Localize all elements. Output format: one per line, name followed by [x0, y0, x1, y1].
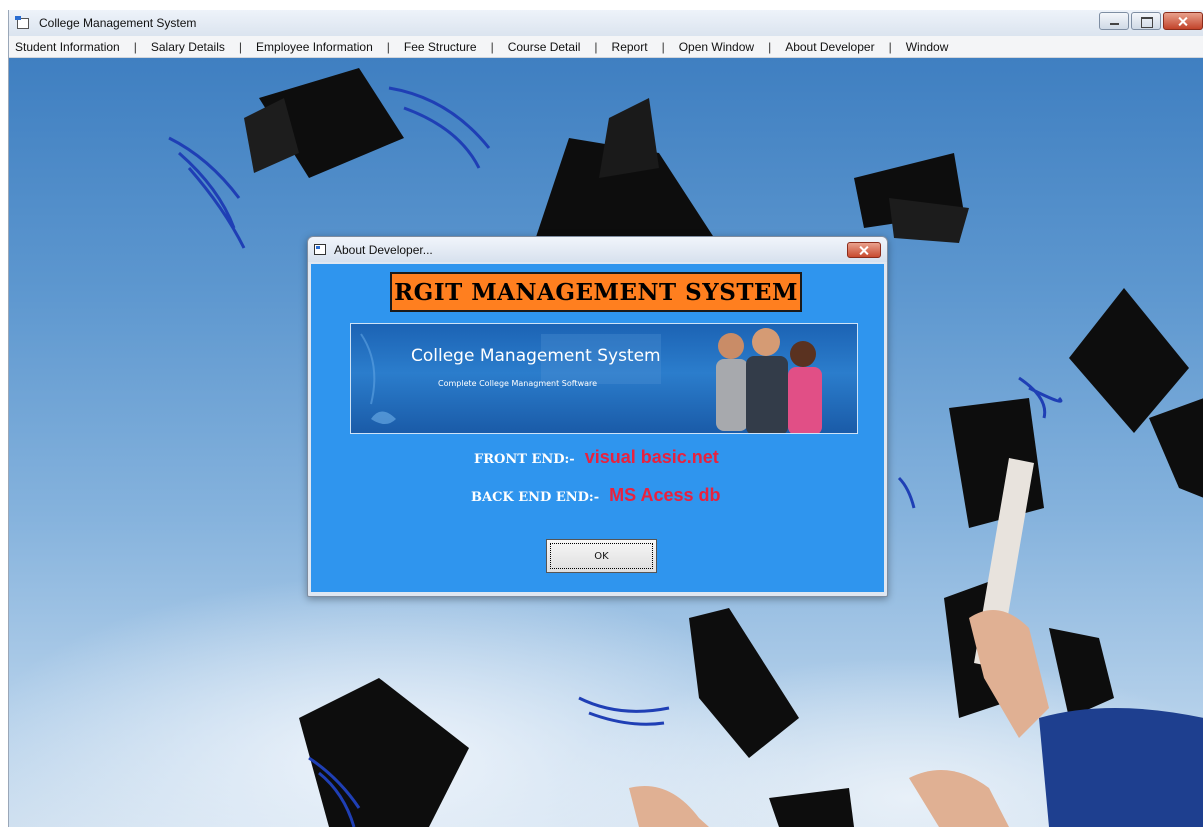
graduation-gown-shape — [1039, 708, 1203, 827]
front-end-value: visual basic.net — [584, 447, 719, 467]
menu-separator: | — [133, 39, 137, 54]
menu-student-information[interactable]: Student Information — [11, 40, 124, 54]
menu-fee-structure[interactable]: Fee Structure — [400, 40, 481, 54]
maximize-icon[interactable] — [1131, 12, 1161, 30]
back-end-value: MS Acess db — [609, 485, 721, 505]
app-title: College Management System — [39, 16, 197, 30]
menu-separator: | — [888, 39, 892, 54]
graduation-cap-shape — [599, 98, 659, 178]
student-figure — [746, 328, 788, 433]
minimize-icon[interactable] — [1099, 12, 1129, 30]
back-end-label: BACK END END:- — [471, 490, 600, 505]
menu-separator: | — [768, 39, 772, 54]
dialog-close-icon[interactable] — [847, 242, 881, 258]
app-window-icon[interactable] — [15, 16, 31, 30]
menu-bar: Student Information | Salary Details | E… — [9, 36, 1203, 58]
menu-salary-details[interactable]: Salary Details — [147, 40, 229, 54]
menu-window[interactable]: Window — [902, 40, 953, 54]
dialog-body: RGIT MANAGEMENT SYSTEM College Managemen… — [311, 264, 884, 592]
graduation-cap-shape — [1049, 628, 1114, 718]
front-end-row: FRONT END:- visual basic.net — [474, 447, 719, 468]
dialog-window-icon[interactable] — [314, 244, 326, 255]
ok-button[interactable]: OK — [546, 539, 657, 573]
menu-employee-information[interactable]: Employee Information — [252, 40, 377, 54]
menu-separator: | — [238, 39, 243, 54]
menu-about-developer[interactable]: About Developer — [781, 40, 878, 54]
graduation-cap-shape — [299, 678, 469, 827]
menu-open-window[interactable]: Open Window — [675, 40, 758, 54]
tassel-shape — [388, 86, 491, 169]
promo-subtitle: Complete College Managment Software — [438, 379, 598, 388]
student-figure — [788, 341, 822, 433]
tassel-shape — [897, 476, 916, 509]
graduation-cap-shape — [769, 788, 854, 827]
promo-students-illustration — [360, 328, 822, 433]
tassel-shape — [168, 136, 246, 249]
tassel-shape — [578, 696, 670, 726]
promo-title: College Management System — [411, 346, 661, 366]
dialog-titlebar[interactable]: About Developer... — [308, 237, 887, 262]
menu-separator: | — [594, 39, 598, 54]
about-developer-dialog: About Developer... RGIT MANAGEMENT SYSTE… — [307, 236, 888, 597]
graduation-cap-shape — [689, 608, 799, 758]
promo-banner-image: College Management System Complete Colle… — [350, 323, 858, 434]
dialog-title: About Developer... — [334, 242, 433, 257]
graduation-cap-shape — [1149, 398, 1203, 498]
menu-separator: | — [661, 39, 665, 54]
menu-separator: | — [386, 39, 390, 54]
system-name-banner: RGIT MANAGEMENT SYSTEM — [390, 272, 802, 312]
app-titlebar[interactable]: College Management System — [9, 10, 1203, 36]
back-end-row: BACK END END:- MS Acess db — [471, 485, 720, 506]
window-controls — [1099, 12, 1203, 30]
menu-report[interactable]: Report — [608, 40, 652, 54]
student-figure — [716, 333, 748, 431]
menu-course-detail[interactable]: Course Detail — [504, 40, 585, 54]
front-end-label: FRONT END:- — [474, 452, 575, 467]
close-icon[interactable] — [1163, 12, 1203, 30]
menu-separator: | — [490, 39, 494, 54]
